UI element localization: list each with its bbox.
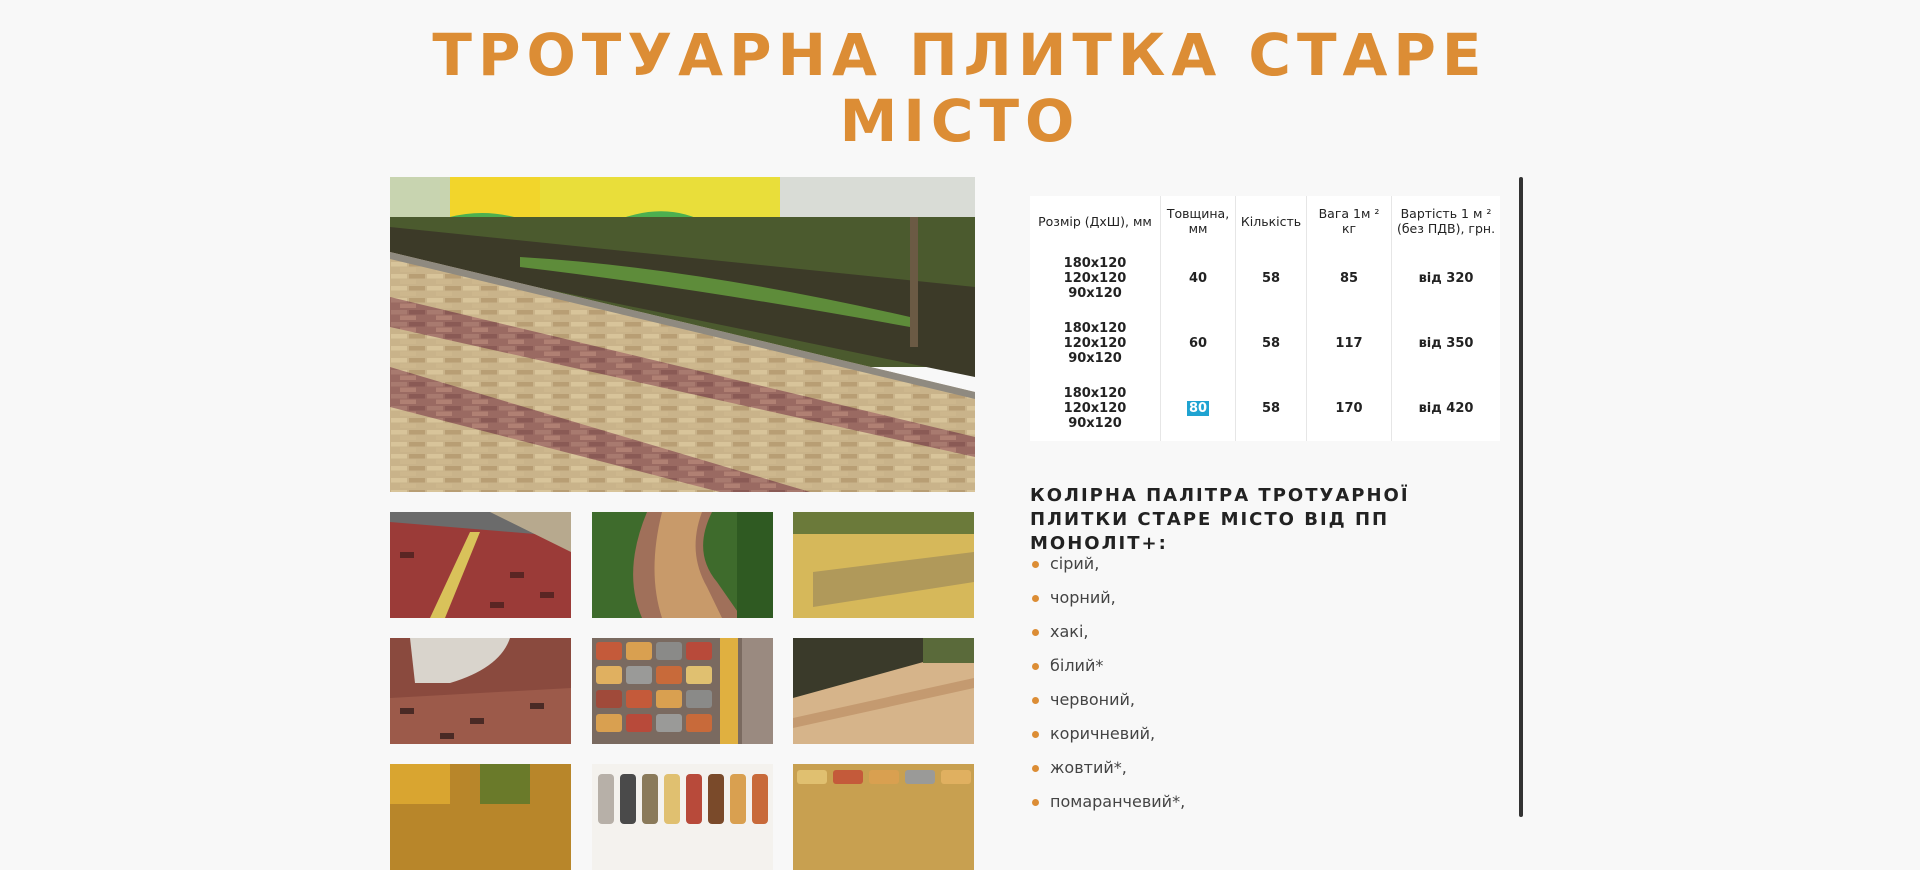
header-thickness: Товщина, мм bbox=[1160, 196, 1236, 246]
gallery-thumb-7-image bbox=[390, 764, 571, 870]
cell-price: від 350 bbox=[1418, 336, 1474, 351]
gallery-thumb-1-image bbox=[390, 512, 571, 618]
bullet-dot-icon bbox=[1032, 765, 1039, 772]
spec-table: Розмір (ДхШ), мм Товщина, мм Кількість В… bbox=[1030, 196, 1500, 441]
gallery-thumb-5-image bbox=[592, 638, 773, 744]
gallery-thumb-3-image bbox=[793, 512, 974, 618]
list-item: білий* bbox=[1030, 651, 1185, 685]
gallery-thumb-3[interactable] bbox=[793, 512, 974, 618]
gallery-thumb-8-image bbox=[592, 764, 773, 870]
palette-heading: КОЛІРНА ПАЛІТРА ТРОТУАРНОЇ ПЛИТКИ СТАРЕ … bbox=[1030, 485, 1410, 554]
gallery-thumb-4-image bbox=[390, 638, 571, 744]
bullet-dot-icon bbox=[1032, 561, 1039, 568]
gallery-thumb-1[interactable] bbox=[390, 512, 571, 618]
cell-thickness: 60 bbox=[1160, 311, 1236, 376]
list-item: червоний, bbox=[1030, 685, 1185, 719]
gallery-thumb-4[interactable] bbox=[390, 638, 571, 744]
spec-table-header-row: Розмір (ДхШ), мм Товщина, мм Кількість В… bbox=[1030, 196, 1500, 246]
list-item: помаранчевий*, bbox=[1030, 787, 1185, 821]
gallery-thumb-9-image bbox=[793, 764, 974, 870]
cell-size: 180х120 120х120 90х120 bbox=[1030, 311, 1161, 376]
cell-weight: 170 bbox=[1306, 376, 1392, 441]
main-product-photo[interactable] bbox=[390, 177, 975, 492]
cell-thickness: 40 bbox=[1160, 246, 1236, 311]
content-divider-line bbox=[1519, 177, 1523, 817]
cell-quantity: 58 bbox=[1235, 246, 1307, 311]
cell-price: від 420 bbox=[1418, 401, 1474, 416]
list-item: коричневий, bbox=[1030, 719, 1185, 753]
bullet-dot-icon bbox=[1032, 799, 1039, 806]
header-weight: Вага 1м ² кг bbox=[1306, 196, 1392, 246]
table-row: 180х120 120х120 90х120 60 58 117 від 350 bbox=[1030, 311, 1500, 376]
page-title: ТРОТУАРНА ПЛИТКА СТАРЕ МІСТО bbox=[0, 22, 1920, 154]
cell-size: 180х120 120х120 90х120 bbox=[1030, 246, 1161, 311]
bullet-dot-icon bbox=[1032, 663, 1039, 670]
cell-price: від 320 bbox=[1418, 271, 1474, 286]
page-title-line-1: ТРОТУАРНА ПЛИТКА СТАРЕ bbox=[432, 21, 1488, 89]
highlighted-text: 80 bbox=[1186, 401, 1210, 416]
gallery-thumb-5[interactable] bbox=[592, 638, 773, 744]
cell-thickness: 80 bbox=[1160, 376, 1236, 441]
gallery-thumb-6[interactable] bbox=[793, 638, 974, 744]
gallery-thumb-2[interactable] bbox=[592, 512, 773, 618]
list-item: чорний, bbox=[1030, 583, 1185, 617]
header-size: Розмір (ДхШ), мм bbox=[1030, 196, 1161, 246]
header-price: Вартість 1 м ² (без ПДВ), грн. bbox=[1396, 206, 1496, 236]
bullet-dot-icon bbox=[1032, 595, 1039, 602]
gallery-thumb-7[interactable] bbox=[390, 764, 571, 870]
gallery-thumb-8[interactable] bbox=[592, 764, 773, 870]
cell-weight: 85 bbox=[1306, 246, 1392, 311]
page-title-line-2: МІСТО bbox=[839, 87, 1081, 155]
gallery-thumb-6-image bbox=[793, 638, 974, 744]
cell-size: 180х120 120х120 90х120 bbox=[1030, 376, 1161, 441]
list-item: хакі, bbox=[1030, 617, 1185, 651]
bullet-dot-icon bbox=[1032, 629, 1039, 636]
cell-quantity: 58 bbox=[1235, 311, 1307, 376]
gallery-thumb-9[interactable] bbox=[793, 764, 974, 870]
gallery-thumb-2-image bbox=[592, 512, 773, 618]
table-row: 180х120 120х120 90х120 80 58 170 від 420 bbox=[1030, 376, 1500, 441]
table-row: 180х120 120х120 90х120 40 58 85 від 320 bbox=[1030, 246, 1500, 311]
list-item: жовтий*, bbox=[1030, 753, 1185, 787]
bullet-dot-icon bbox=[1032, 731, 1039, 738]
main-product-photo-image bbox=[390, 177, 975, 492]
color-list: сірий, чорний, хакі, білий* червоний, ко… bbox=[1030, 549, 1185, 821]
bullet-dot-icon bbox=[1032, 697, 1039, 704]
header-quantity: Кількість bbox=[1235, 196, 1307, 246]
cell-weight: 117 bbox=[1306, 311, 1392, 376]
cell-quantity: 58 bbox=[1235, 376, 1307, 441]
list-item: сірий, bbox=[1030, 549, 1185, 583]
